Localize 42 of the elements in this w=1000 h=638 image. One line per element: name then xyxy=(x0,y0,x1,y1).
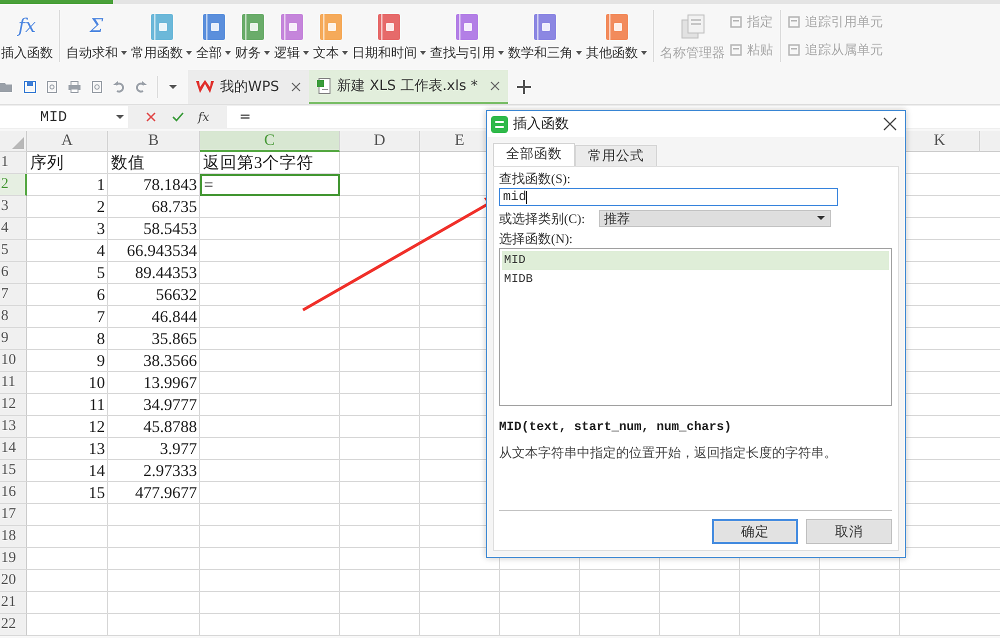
table-cell-text: 78.1843 xyxy=(142,174,198,196)
table-cell-text: 数值 xyxy=(110,152,146,174)
table-cell: = xyxy=(200,174,340,196)
table-cell-text: 5 xyxy=(96,262,106,284)
field-label: 查找函数(S): xyxy=(499,170,572,187)
table-cell-text: 34.9777 xyxy=(142,394,198,416)
function-syntax: MID(text, start_num, num_chars) xyxy=(499,420,733,434)
table-cell-text: 4 xyxy=(96,240,106,262)
table-cell-text: 13 xyxy=(88,438,106,460)
table-cell-text: 10 xyxy=(88,372,106,394)
table-cell-text: 35.865 xyxy=(150,328,198,350)
table-cell-text: 1 xyxy=(96,174,106,196)
function-description: 从文本字符串中指定的位置开始，返回指定长度的字符串。 xyxy=(499,444,838,462)
table-cell-text: 46.844 xyxy=(150,306,198,328)
table-cell-text: 8 xyxy=(96,328,106,350)
table-cell-text: 6 xyxy=(96,284,106,306)
table-cell-text: 7 xyxy=(96,306,106,328)
table-cell-text: 9 xyxy=(96,350,106,372)
table-cell-text: 2.97333 xyxy=(142,460,198,482)
table-cell-text: 56632 xyxy=(154,284,198,306)
table-cell-text: 14 xyxy=(88,460,106,482)
table-cell-text: 45.8788 xyxy=(142,416,198,438)
table-cell-text: 38.3566 xyxy=(142,350,198,372)
field-label: 或选择类别(C): xyxy=(499,210,585,227)
table-cell-text: 12 xyxy=(88,416,106,438)
table-cell-text: 89.44353 xyxy=(134,262,198,284)
table-cell-text: 序列 xyxy=(29,152,65,174)
table-cell-text: 66.943534 xyxy=(126,240,198,262)
table-cell-text: 3.977 xyxy=(158,438,198,460)
dialog-title: 插入函数 xyxy=(513,115,570,133)
table-cell-text: 返回第3个字符 xyxy=(202,152,314,174)
table-cell-text: 15 xyxy=(88,482,106,504)
table-cell-text: 2 xyxy=(96,196,106,218)
table-cell-text: 11 xyxy=(88,394,106,416)
table-cell-text: 477.9677 xyxy=(134,482,198,504)
field-label: 选择函数(N): xyxy=(499,230,574,247)
table-cell-text: 13.9967 xyxy=(142,372,198,394)
table-cell-text: 3 xyxy=(96,218,106,240)
table-cell-text: 68.735 xyxy=(150,196,198,218)
function-icon: fx xyxy=(18,14,36,40)
table-cell-text: 58.5453 xyxy=(142,218,198,240)
function-icon: Σ xyxy=(90,14,104,40)
